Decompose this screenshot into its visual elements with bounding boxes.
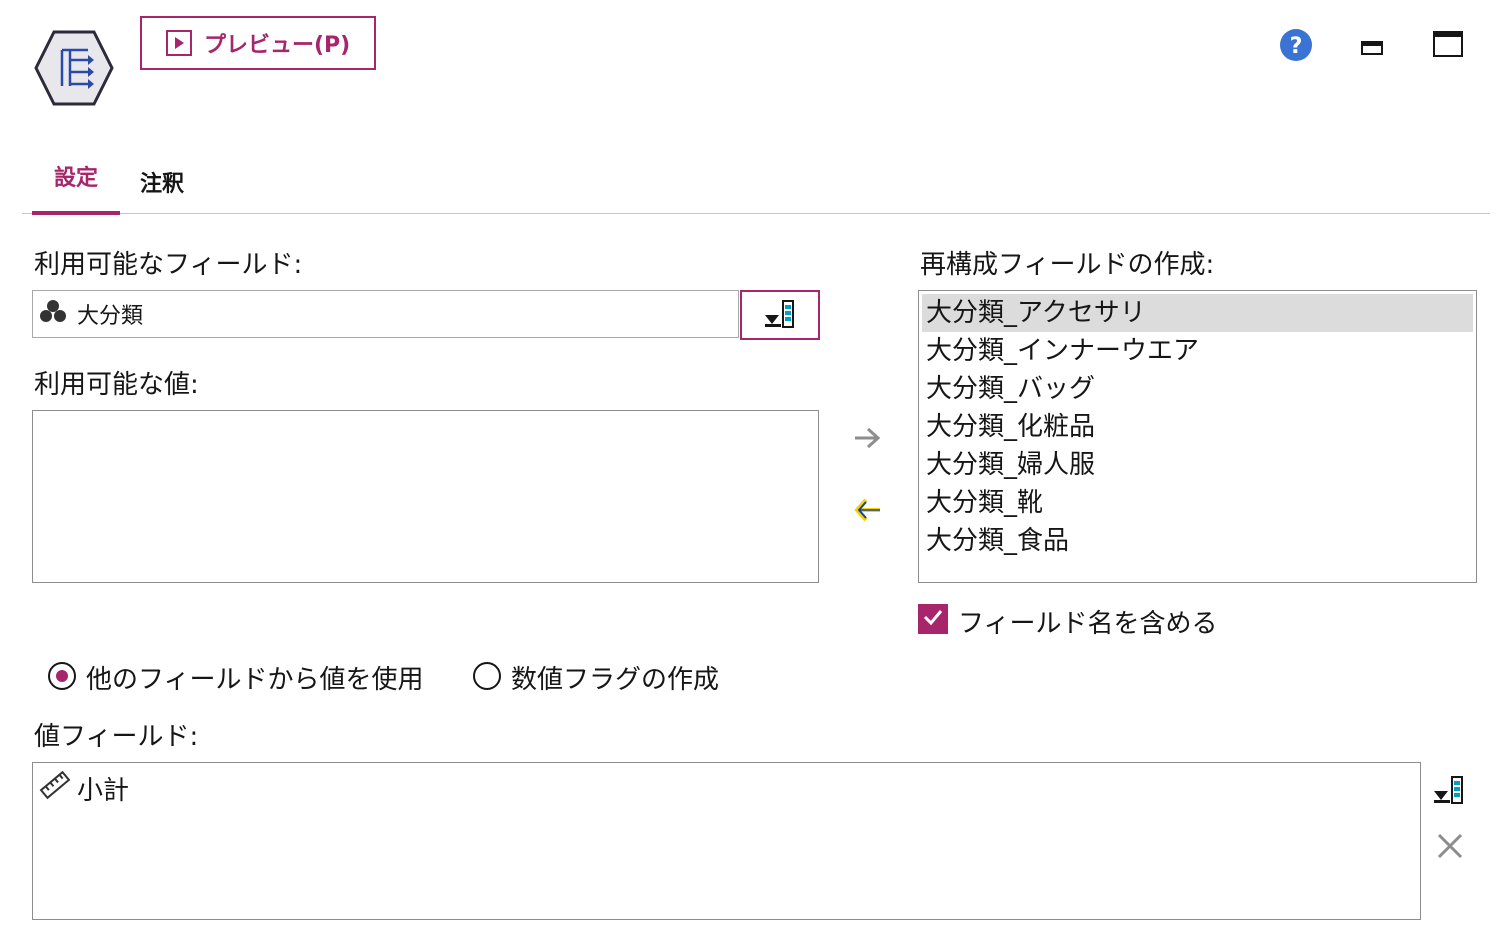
generated-fields-list[interactable]: 大分類_アクセサリ 大分類_インナーウエア 大分類_バッグ 大分類_化粧品 大分… xyxy=(918,290,1477,583)
value-field-picker-icon[interactable] xyxy=(1432,774,1466,808)
remove-arrow-icon[interactable] xyxy=(852,494,884,530)
available-field-value: 大分類 xyxy=(77,304,144,329)
maximize-icon[interactable] xyxy=(1432,30,1464,62)
available-values-list[interactable] xyxy=(32,410,819,583)
checkmark-icon xyxy=(922,607,944,631)
play-icon xyxy=(166,30,192,56)
field-picker-icon xyxy=(763,298,797,332)
value-field-item[interactable]: 小計 xyxy=(39,769,1414,807)
radio-selected-dot xyxy=(56,670,68,682)
set-type-icon xyxy=(39,298,67,330)
generated-field-item[interactable]: 大分類_食品 xyxy=(922,522,1473,560)
continuous-type-icon xyxy=(39,770,71,807)
minimize-icon[interactable] xyxy=(1360,36,1384,62)
available-fields-label: 利用可能なフィールド: xyxy=(34,250,303,280)
delete-icon[interactable] xyxy=(1436,832,1464,864)
tab-settings[interactable]: 設定 xyxy=(32,160,120,192)
help-icon[interactable]: ? xyxy=(1279,28,1313,66)
value-fields-list[interactable]: 小計 xyxy=(32,762,1421,920)
generated-field-item[interactable]: 大分類_靴 xyxy=(922,484,1473,522)
available-values-label: 利用可能な値: xyxy=(34,370,199,400)
include-field-name-label: フィールド名を含める xyxy=(958,609,1218,639)
include-field-name-checkbox[interactable] xyxy=(918,604,948,634)
preview-label: プレビュー(P) xyxy=(204,33,351,58)
numeric-flags-radio[interactable] xyxy=(473,662,501,690)
add-arrow-icon[interactable] xyxy=(852,424,884,456)
generated-field-item[interactable]: 大分類_アクセサリ xyxy=(922,294,1473,332)
field-picker-button[interactable] xyxy=(740,290,820,340)
preview-button[interactable]: プレビュー(P) xyxy=(140,16,376,70)
numeric-flags-label: 数値フラグの作成 xyxy=(511,665,720,695)
active-tab-indicator xyxy=(32,211,120,215)
generated-field-item[interactable]: 大分類_インナーウエア xyxy=(922,332,1473,370)
svg-text:?: ? xyxy=(1290,34,1303,59)
value-field-name: 小計 xyxy=(77,775,130,806)
restructure-node-icon xyxy=(32,28,116,108)
available-field-select[interactable]: 大分類 xyxy=(32,290,739,338)
generated-fields-label: 再構成フィールドの作成: xyxy=(920,250,1215,280)
tabs-divider xyxy=(22,213,1490,214)
generated-field-item[interactable]: 大分類_化粧品 xyxy=(922,408,1473,446)
generated-field-item[interactable]: 大分類_バッグ xyxy=(922,370,1473,408)
tab-annotations[interactable]: 注釈 xyxy=(140,166,184,198)
use-values-label: 他のフィールドから値を使用 xyxy=(86,665,424,695)
value-fields-label: 値フィールド: xyxy=(34,722,199,752)
use-values-radio[interactable] xyxy=(48,662,76,690)
generated-field-item[interactable]: 大分類_婦人服 xyxy=(922,446,1473,484)
